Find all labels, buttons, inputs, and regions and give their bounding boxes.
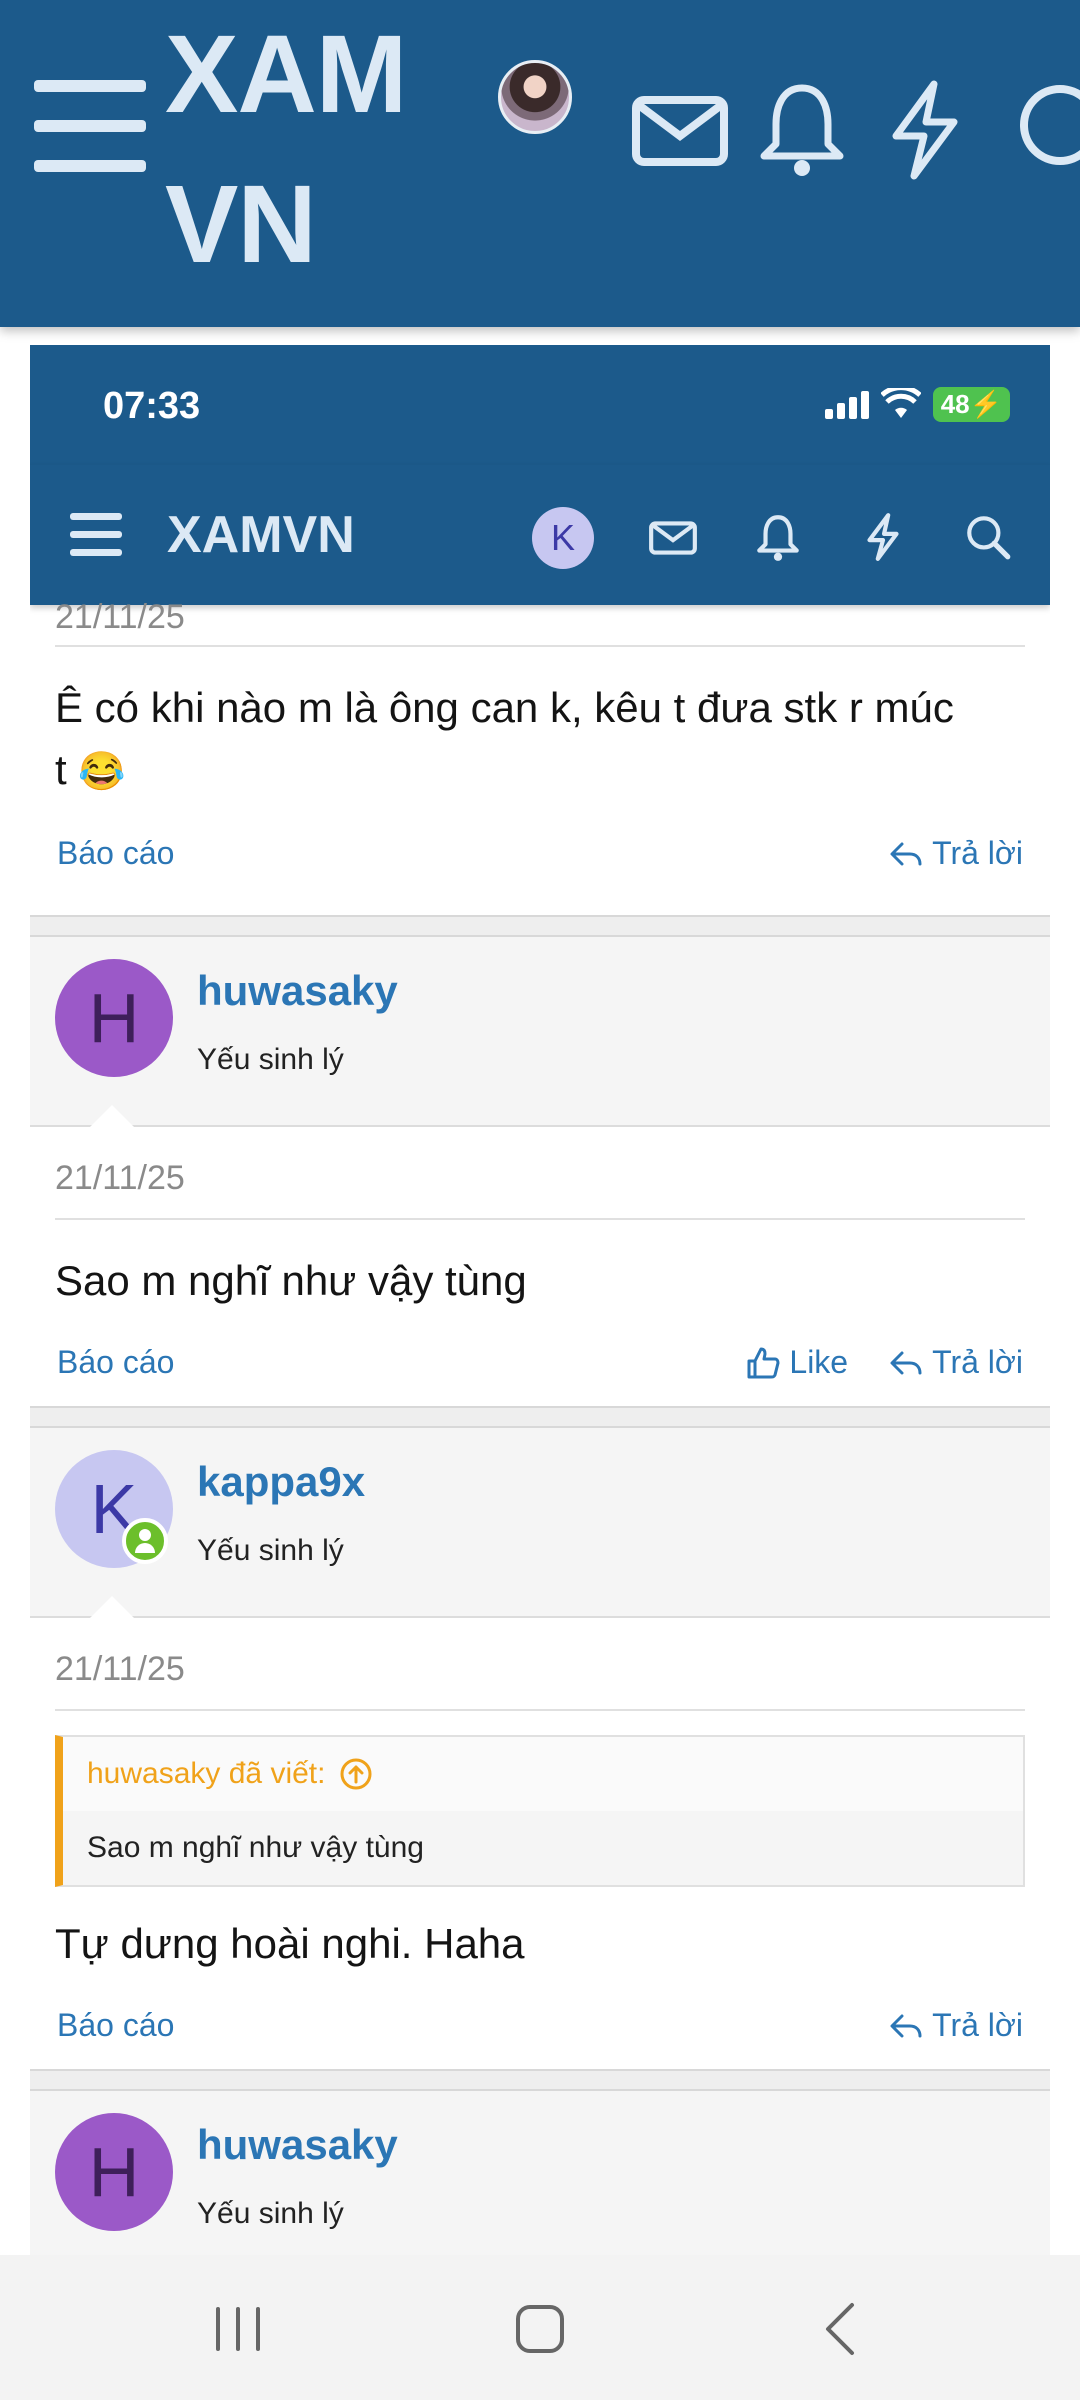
post: 21/11/25 Ê có khi nào m là ông can k, kê…: [30, 598, 1050, 897]
user-title: Yếu sinh lý: [197, 2197, 344, 2230]
like-button[interactable]: Like: [745, 1344, 848, 1381]
post-actions: Báo cáo Trả lời: [30, 1997, 1050, 2069]
post-message: Tự dưng hoài nghi. Haha: [55, 1920, 525, 1967]
post-date: 21/11/25: [55, 1650, 185, 1688]
post-message: Ê có khi nào m là ông can k, kêu t đưa s…: [30, 647, 1050, 803]
quote-block: huwasaky đã viết: Sao m nghĩ như vậy tùn…: [55, 1735, 1025, 1887]
site-logo[interactable]: XAM VN: [165, 0, 445, 300]
caret: [90, 1596, 134, 1618]
online-status-icon: [122, 1518, 168, 1564]
like-label: Like: [789, 1344, 849, 1380]
post-actions: Báo cáo Trả lời: [30, 825, 1050, 897]
report-link[interactable]: Báo cáo: [57, 1344, 174, 1381]
signal-icon: [824, 389, 869, 419]
post-date: 21/11/25: [55, 1159, 185, 1197]
post-actions: Báo cáo Like Trả lời: [30, 1334, 1050, 1406]
search-icon[interactable]: [1000, 80, 1080, 180]
username-link[interactable]: kappa9x: [197, 1458, 365, 1506]
logo-line2: VN: [165, 163, 317, 286]
wifi-icon: [880, 388, 921, 418]
post-separator: [30, 2069, 1050, 2091]
post-message-line2: t: [55, 746, 67, 793]
app-header: XAM VN: [0, 0, 1080, 327]
recent-apps-icon[interactable]: [208, 2299, 268, 2359]
bell-icon[interactable]: [752, 80, 852, 180]
battery-indicator: 48⚡: [932, 386, 1010, 422]
like-icon: [747, 1347, 780, 1378]
mail-icon[interactable]: [630, 80, 730, 180]
quote-author: huwasaky đã viết:: [87, 1757, 326, 1790]
laughing-emoji: 😂: [78, 751, 126, 793]
status-time: 07:33: [103, 385, 201, 427]
post-user-block: H huwasaky Yếu sinh lý: [30, 937, 1050, 1127]
status-bar: 07:33 48⚡: [30, 345, 1050, 465]
report-link[interactable]: Báo cáo: [57, 2007, 174, 2044]
username-link[interactable]: huwasaky: [197, 2121, 398, 2169]
reply-icon: [890, 842, 922, 865]
logo-line1: XAM: [165, 13, 407, 136]
reply-icon: [890, 2014, 922, 2037]
bolt-icon[interactable]: [874, 80, 974, 180]
reply-button[interactable]: Trả lời: [888, 1344, 1023, 1381]
reply-label: Trả lời: [932, 835, 1023, 871]
quote-text: Sao m nghĩ như vậy tùng: [87, 1831, 424, 1864]
post-message-line1: Ê có khi nào m là ông can k, kêu t đưa s…: [55, 684, 954, 731]
quote-header[interactable]: huwasaky đã viết:: [63, 1737, 1023, 1811]
post-user-block: H huwasaky Yếu sinh lý: [30, 2091, 1050, 2255]
arrow-up-icon[interactable]: [339, 1757, 373, 1791]
post-date: 21/11/25: [55, 598, 185, 636]
bell-icon[interactable]: [752, 511, 804, 563]
system-navigation-bar: [0, 2255, 1080, 2400]
user-title: Yếu sinh lý: [197, 1043, 344, 1076]
user-title: Yếu sinh lý: [197, 1534, 344, 1567]
embedded-screenshot: 07:33 48⚡ XAMVN K 21/11/25 Ê có khi nào …: [30, 345, 1050, 2255]
caret: [90, 1105, 134, 1127]
menu-icon[interactable]: [34, 80, 146, 172]
reply-label: Trả lời: [932, 2007, 1023, 2043]
post-message: Sao m nghĩ như vậy tùng: [55, 1257, 527, 1304]
bolt-icon[interactable]: [857, 511, 909, 563]
reply-label: Trả lời: [932, 1344, 1023, 1380]
thread-content: 21/11/25 Ê có khi nào m là ông can k, kê…: [30, 598, 1050, 2255]
post-user-block: K kappa9x Yếu sinh lý: [30, 1428, 1050, 1618]
user-avatar[interactable]: [498, 60, 572, 134]
reply-button[interactable]: Trả lời: [888, 2007, 1023, 2044]
reply-button[interactable]: Trả lời: [888, 835, 1023, 872]
reply-icon: [890, 1351, 922, 1374]
battery-level: 48: [940, 388, 970, 419]
mail-icon[interactable]: [647, 511, 699, 563]
back-icon[interactable]: [812, 2299, 872, 2359]
username-link[interactable]: huwasaky: [197, 967, 398, 1015]
divider: [55, 1709, 1025, 1711]
search-icon[interactable]: [962, 511, 1014, 563]
post-separator: [30, 1406, 1050, 1428]
report-link[interactable]: Báo cáo: [57, 835, 174, 872]
nav-brand[interactable]: XAMVN: [167, 505, 355, 565]
post-separator: [30, 915, 1050, 937]
home-icon[interactable]: [510, 2299, 570, 2359]
user-avatar[interactable]: H: [55, 2113, 173, 2231]
user-avatar[interactable]: H: [55, 959, 173, 1077]
nav-avatar[interactable]: K: [532, 507, 594, 569]
menu-icon[interactable]: [70, 513, 122, 557]
site-nav: XAMVN K: [30, 465, 1050, 605]
